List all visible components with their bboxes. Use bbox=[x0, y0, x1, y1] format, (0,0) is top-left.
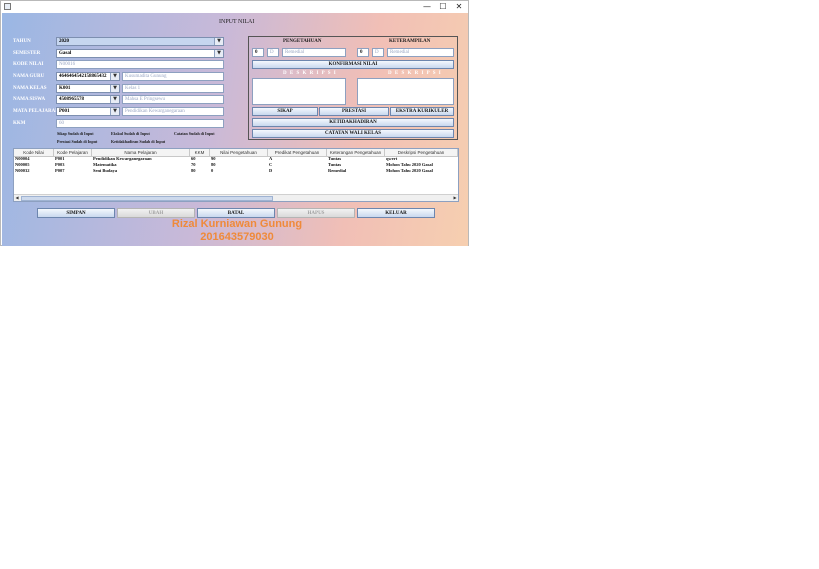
nama-guru-value: 4646464542158865432 bbox=[59, 74, 107, 79]
chevron-down-icon[interactable]: ▼ bbox=[110, 96, 119, 103]
nama-kelas-value: K001 bbox=[59, 86, 71, 91]
nama-kelas-name-field[interactable]: Kelas 1 bbox=[122, 84, 224, 93]
title-bar: — ☐ ✕ bbox=[1, 1, 468, 13]
kkm-field[interactable]: 60 bbox=[56, 119, 224, 128]
nama-kelas-label: NAMA KELAS bbox=[13, 86, 47, 91]
keterangan-pengetahuan-field: Remedial bbox=[282, 48, 346, 57]
nama-kelas-select[interactable]: K001 ▼ bbox=[56, 84, 120, 93]
tahun-value: 2020 bbox=[59, 39, 69, 44]
keterangan-keterampilan-field: Remedial bbox=[387, 48, 454, 57]
horizontal-scrollbar[interactable]: ◀ ▶ bbox=[14, 194, 458, 201]
deskripsi-keterampilan-textarea[interactable] bbox=[357, 78, 454, 105]
sikap-status: Sikap Sudah di Input bbox=[57, 131, 94, 136]
nilai-pengetahuan-field[interactable]: 0 bbox=[252, 48, 264, 57]
ketidakhadiran-button[interactable]: KETIDAKHADIRAN bbox=[252, 118, 454, 127]
author-id-watermark: 201643579030 bbox=[200, 231, 274, 243]
java-app-icon bbox=[4, 3, 11, 10]
deskripsi-pengetahuan-label: D E S K R I P S I bbox=[283, 71, 337, 76]
chevron-down-icon[interactable]: ▼ bbox=[214, 38, 223, 45]
nama-guru-select[interactable]: 4646464542158865432 ▼ bbox=[56, 72, 120, 81]
nama-siswa-name-field[interactable]: Mahsa E Pringsewu bbox=[122, 95, 224, 104]
scroll-left-icon[interactable]: ◀ bbox=[14, 195, 20, 201]
keterampilan-label: KETERAMPILAN bbox=[389, 39, 431, 44]
mata-pelajaran-select[interactable]: P001 ▼ bbox=[56, 107, 120, 116]
column-header[interactable]: Kode Nilai bbox=[14, 149, 54, 156]
semester-select[interactable]: Gasal ▼ bbox=[56, 49, 224, 58]
form-content: INPUT NILAI TAHUN SEMESTER KODE NILAI NA… bbox=[2, 13, 468, 246]
ekstra-kurikuler-button[interactable]: EKSTRA KURIKULER bbox=[390, 107, 454, 116]
chevron-down-icon[interactable]: ▼ bbox=[214, 50, 223, 57]
nama-guru-label: NAMA GURU bbox=[13, 74, 45, 79]
table-cell: P007 bbox=[55, 168, 65, 173]
catatan-status: Catatan Sudah di Input bbox=[174, 131, 215, 136]
column-header[interactable]: Deskripsi Pengetahuan bbox=[385, 149, 458, 156]
nama-siswa-select[interactable]: 4508965578 ▼ bbox=[56, 95, 120, 104]
prestasi-status: Prestasi Sudah di Input bbox=[57, 139, 98, 144]
mata-pelajaran-label: MATA PELAJARAN bbox=[13, 109, 59, 114]
table-cell: Remedial bbox=[328, 168, 347, 173]
semester-label: SEMESTER bbox=[13, 51, 41, 56]
pengetahuan-label: PENGETAHUAN bbox=[283, 39, 322, 44]
ekskul-status: Ekskul Sudah di Input bbox=[111, 131, 150, 136]
kode-nilai-field[interactable]: N00016 bbox=[56, 60, 224, 69]
column-header[interactable]: Kode Pelajaran bbox=[54, 149, 92, 156]
prestasi-button[interactable]: PRESTASI bbox=[319, 107, 389, 116]
column-header[interactable]: KKM bbox=[190, 149, 210, 156]
table-row[interactable]: N00032 P007 Seni Budaya 80 0 D Remedial … bbox=[14, 168, 458, 174]
keluar-button[interactable]: KELUAR bbox=[357, 208, 435, 218]
table-cell: Mohon Tahu 2020 Gasal bbox=[386, 168, 433, 173]
table-cell: N00032 bbox=[15, 168, 30, 173]
nilai-keterampilan-field[interactable]: 0 bbox=[357, 48, 369, 57]
mata-pelajaran-value: P001 bbox=[59, 109, 70, 114]
author-name-watermark: Rizal Kurniawan Gunung bbox=[171, 218, 303, 230]
table-cell: D bbox=[269, 168, 273, 173]
chevron-down-icon[interactable]: ▼ bbox=[110, 85, 119, 92]
column-header[interactable]: Keterangan Pengetahuan bbox=[327, 149, 385, 156]
scroll-right-icon[interactable]: ▶ bbox=[452, 195, 458, 201]
nilai-panel: PENGETAHUAN KETERAMPILAN 0 D Remedial 0 … bbox=[248, 36, 458, 140]
hapus-button[interactable]: HAPUS bbox=[277, 208, 355, 218]
chevron-down-icon[interactable]: ▼ bbox=[110, 73, 119, 80]
sikap-button[interactable]: SIKAP bbox=[252, 107, 318, 116]
ketidakhadiran-status: Ketidakhadiran Sudah di Input bbox=[111, 139, 166, 144]
tahun-label: TAHUN bbox=[13, 39, 31, 44]
predikat-keterampilan-field: D bbox=[372, 48, 384, 57]
nama-siswa-value: 4508965578 bbox=[59, 97, 84, 102]
nama-guru-name-field[interactable]: Kusumadita Gunung bbox=[122, 72, 224, 81]
chevron-down-icon[interactable]: ▼ bbox=[110, 108, 119, 115]
table-cell: Seni Budaya bbox=[93, 168, 118, 173]
konfirmasi-nilai-button[interactable]: KONFIRMASI NILAI bbox=[252, 60, 454, 69]
catatan-wali-kelas-button[interactable]: CATATAN WALI KELAS bbox=[252, 129, 454, 138]
predikat-pengetahuan-field: D bbox=[267, 48, 279, 57]
column-header[interactable]: Predikat Pengetahuan bbox=[268, 149, 327, 156]
kode-nilai-label: KODE NILAI bbox=[13, 62, 44, 67]
ubah-button[interactable]: UBAH bbox=[117, 208, 195, 218]
tahun-select[interactable]: 2020 ▼ bbox=[56, 37, 224, 46]
column-header[interactable]: Nilai Pengetahuan bbox=[210, 149, 268, 156]
batal-button[interactable]: BATAL bbox=[197, 208, 275, 218]
column-header[interactable]: Nama Pelajaran bbox=[92, 149, 190, 156]
mata-pelajaran-name-field[interactable]: Pendidikan Kewarganegaraan bbox=[122, 107, 224, 116]
table-cell: 80 bbox=[191, 168, 196, 173]
close-icon[interactable]: ✕ bbox=[450, 1, 468, 13]
scrollbar-thumb[interactable] bbox=[21, 196, 273, 201]
page-title: INPUT NILAI bbox=[219, 19, 255, 25]
deskripsi-pengetahuan-textarea[interactable] bbox=[252, 78, 346, 105]
deskripsi-keterampilan-label: D E S K R I P S I bbox=[388, 71, 442, 76]
nama-siswa-label: NAMA SISWA bbox=[13, 97, 46, 102]
table-cell: 0 bbox=[211, 168, 214, 173]
semester-value: Gasal bbox=[59, 51, 72, 56]
kkm-label: KKM bbox=[13, 121, 26, 126]
app-window: — ☐ ✕ INPUT NILAI TAHUN SEMESTER KODE NI… bbox=[0, 0, 469, 246]
simpan-button[interactable]: SIMPAN bbox=[37, 208, 115, 218]
nilai-table[interactable]: Kode Nilai Kode Pelajaran Nama Pelajaran… bbox=[13, 148, 459, 202]
